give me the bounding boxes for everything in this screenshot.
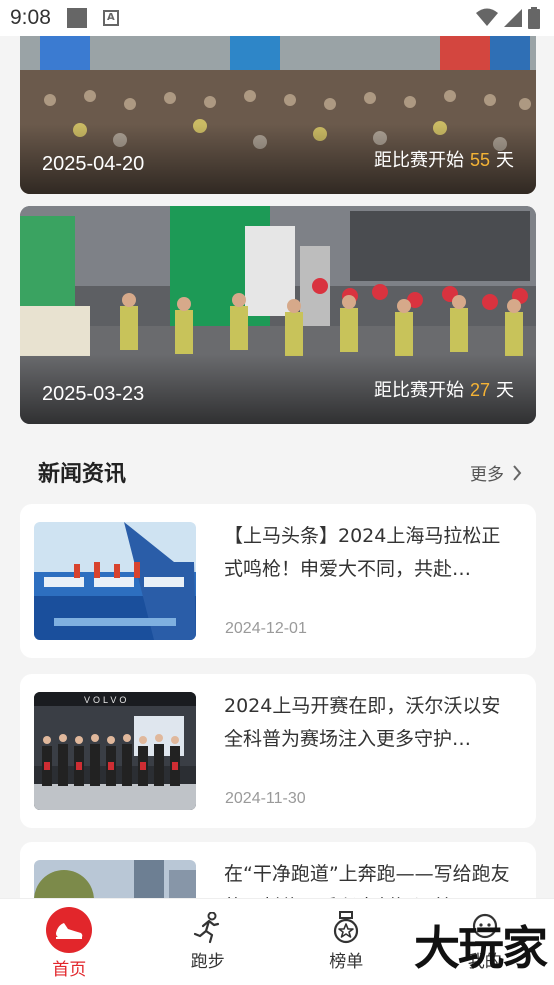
status-bar: 9:08 A (0, 0, 554, 36)
shoe-icon (46, 907, 93, 953)
race-date: 2025-03-23 (42, 383, 145, 405)
wifi-icon (476, 8, 498, 26)
medal-icon (329, 911, 363, 945)
more-label: 更多 (470, 465, 504, 485)
watermark-logo: 大玩家 (414, 921, 548, 975)
news-section-title: 新闻资讯 (38, 462, 127, 487)
countdown-suffix: 天 (496, 150, 514, 171)
svg-text:VOLVO: VOLVO (84, 695, 129, 705)
news-title: 在“干净跑道”上奔跑——写给跑友的一封信，反兴奋剂知识普… (224, 863, 510, 898)
race-card[interactable]: 2025-04-20 距比赛开始 55 天 (20, 36, 536, 194)
news-card[interactable]: VOLVO 2024上马开赛在即，沃尔沃以安全科普为赛场注入更多守护… 2024… (20, 674, 536, 828)
tab-leaderboard[interactable]: 榜单 (277, 899, 416, 985)
news-card[interactable]: 在“干净跑道”上奔跑——写给跑友的一封信，反兴奋剂知识普… (20, 842, 536, 898)
race-countdown: 距比赛开始 55 天 (374, 146, 514, 172)
notification-square-icon (66, 8, 87, 28)
tab-label: 跑步 (190, 952, 225, 972)
tab-label: 榜单 (329, 952, 364, 972)
countdown-days: 55 (469, 150, 490, 170)
signal-icon (504, 9, 522, 27)
notification-a-icon: A (102, 10, 119, 26)
tab-running[interactable]: 跑步 (139, 899, 278, 985)
more-news-link[interactable]: 更多 (470, 460, 522, 485)
race-date: 2025-04-20 (42, 153, 145, 175)
news-card[interactable]: 【上马头条】2024上海马拉松正式鸣枪！申爱大不同，共赴… 2024-12-01 (20, 504, 536, 658)
tab-label: 首页 (52, 960, 87, 980)
home-scroll-content[interactable]: 2025-04-20 距比赛开始 55 天 2025-03-23 距比赛开始 2… (0, 36, 554, 898)
countdown-prefix: 距比赛开始 (373, 380, 464, 401)
countdown-prefix: 距比赛开始 (373, 150, 464, 171)
news-title: 【上马头条】2024上海马拉松正式鸣枪！申爱大不同，共赴… (224, 525, 501, 580)
race-countdown: 距比赛开始 27 天 (374, 376, 514, 402)
battery-icon (528, 7, 540, 29)
runner-icon (191, 911, 225, 945)
news-title: 2024上马开赛在即，沃尔沃以安全科普为赛场注入更多守护… (224, 695, 501, 750)
news-thumbnail: VOLVO (34, 692, 196, 810)
status-time: 9:08 (10, 6, 51, 29)
chevron-right-icon (513, 464, 522, 481)
news-date: 2024-11-30 (225, 790, 306, 807)
countdown-days: 27 (469, 380, 490, 400)
race-card[interactable]: 2025-03-23 距比赛开始 27 天 (20, 206, 536, 424)
news-date: 2024-12-01 (225, 620, 307, 637)
news-thumbnail (34, 522, 196, 640)
tab-home[interactable]: 首页 (0, 899, 139, 985)
news-thumbnail (34, 860, 196, 898)
countdown-suffix: 天 (496, 380, 514, 401)
